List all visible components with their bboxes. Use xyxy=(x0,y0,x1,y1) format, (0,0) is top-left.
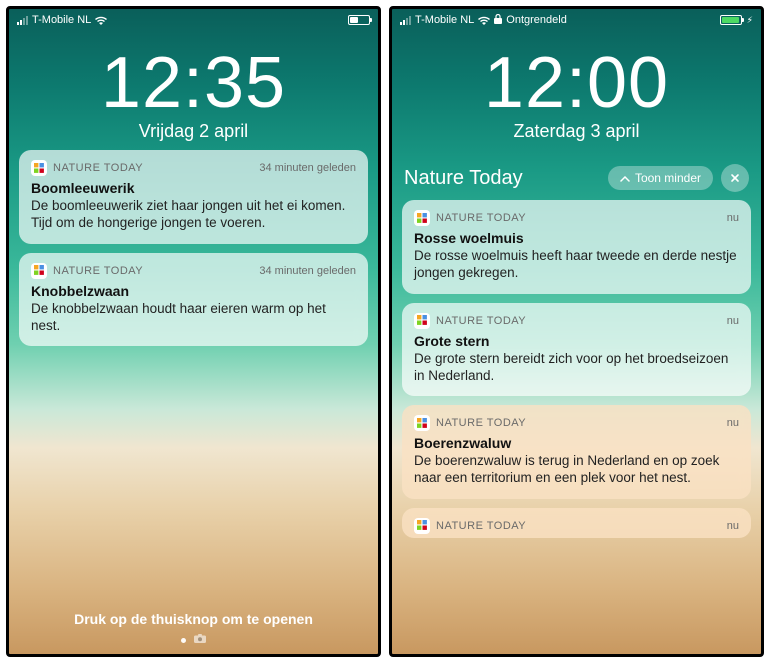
clock-date: Zaterdag 3 april xyxy=(392,121,761,142)
clock-block: 12:00 Zaterdag 3 april xyxy=(392,29,761,164)
notification-group-header: Nature Today Toon minder xyxy=(392,164,761,192)
app-icon xyxy=(31,160,47,176)
notification-card[interactable]: NATURE TODAY 34 minuten geleden Knobbelz… xyxy=(19,253,368,347)
lock-icon xyxy=(494,14,502,27)
signal-icon xyxy=(17,16,28,25)
unlock-hint[interactable]: Druk op de thuisknop om te openen xyxy=(9,610,378,628)
charging-icon: ⚡︎ xyxy=(747,15,753,26)
status-bar: T-Mobile NL xyxy=(9,9,378,29)
status-bar: T-Mobile NL Ontgrendeld ⚡︎ xyxy=(392,9,761,29)
notification-body: De grote stern bereidt zich voor op het … xyxy=(414,350,739,385)
wifi-icon xyxy=(95,16,107,25)
notification-time: 34 minuten geleden xyxy=(259,162,356,174)
notification-card[interactable]: NATURE TODAY nu xyxy=(402,508,751,538)
notification-time: 34 minuten geleden xyxy=(259,265,356,277)
carrier-label: T-Mobile NL xyxy=(415,14,474,26)
close-button[interactable] xyxy=(721,164,749,192)
notification-card[interactable]: NATURE TODAY nu Grote stern De grote ste… xyxy=(402,303,751,397)
show-less-button[interactable]: Toon minder xyxy=(608,166,713,190)
chevron-up-icon xyxy=(620,171,630,185)
notification-body: De rosse woelmuis heeft haar tweede en d… xyxy=(414,247,739,282)
notification-body: De boomleeuwerik ziet haar jongen uit he… xyxy=(31,197,356,232)
app-name-label: NATURE TODAY xyxy=(53,162,253,174)
app-name-label: NATURE TODAY xyxy=(53,265,253,277)
app-icon xyxy=(414,518,430,534)
wifi-icon xyxy=(478,16,490,25)
notification-title: Boomleeuwerik xyxy=(31,180,356,196)
notification-time: nu xyxy=(727,520,739,532)
app-name-label: NATURE TODAY xyxy=(436,520,721,532)
group-title: Nature Today xyxy=(404,167,600,190)
app-name-label: NATURE TODAY xyxy=(436,417,721,429)
notification-card[interactable]: NATURE TODAY nu Boerenzwaluw De boerenzw… xyxy=(402,405,751,499)
battery-icon xyxy=(720,15,742,25)
notification-body: De boerenzwaluw is terug in Nederland en… xyxy=(414,452,739,487)
show-less-label: Toon minder xyxy=(635,171,701,185)
notification-time: nu xyxy=(727,315,739,327)
app-name-label: NATURE TODAY xyxy=(436,315,721,327)
notification-time: nu xyxy=(727,212,739,224)
app-icon xyxy=(31,263,47,279)
page-indicator xyxy=(9,634,378,646)
app-icon xyxy=(414,210,430,226)
clock-time: 12:00 xyxy=(392,47,761,119)
notification-card[interactable]: NATURE TODAY 34 minuten geleden Boomleeu… xyxy=(19,150,368,244)
carrier-label: T-Mobile NL xyxy=(32,14,91,26)
clock-date: Vrijdag 2 april xyxy=(9,121,378,142)
close-icon xyxy=(730,170,740,186)
lock-status-label: Ontgrendeld xyxy=(506,14,567,26)
notification-card[interactable]: NATURE TODAY nu Rosse woelmuis De rosse … xyxy=(402,200,751,294)
notification-title: Grote stern xyxy=(414,333,739,349)
app-icon xyxy=(414,313,430,329)
notification-title: Boerenzwaluw xyxy=(414,435,739,451)
lockscreen-right: T-Mobile NL Ontgrendeld ⚡︎ 12:00 Zaterda… xyxy=(389,6,764,657)
notification-body: De knobbelzwaan houdt haar eieren warm o… xyxy=(31,300,356,335)
camera-icon[interactable] xyxy=(194,634,206,646)
notification-title: Rosse woelmuis xyxy=(414,230,739,246)
lockscreen-left: T-Mobile NL 12:35 Vrijdag 2 april NATURE… xyxy=(6,6,381,657)
app-icon xyxy=(414,415,430,431)
signal-icon xyxy=(400,16,411,25)
notification-title: Knobbelzwaan xyxy=(31,283,356,299)
app-name-label: NATURE TODAY xyxy=(436,212,721,224)
clock-time: 12:35 xyxy=(9,47,378,119)
notification-time: nu xyxy=(727,417,739,429)
clock-block: 12:35 Vrijdag 2 april xyxy=(9,29,378,150)
battery-icon xyxy=(348,15,370,25)
